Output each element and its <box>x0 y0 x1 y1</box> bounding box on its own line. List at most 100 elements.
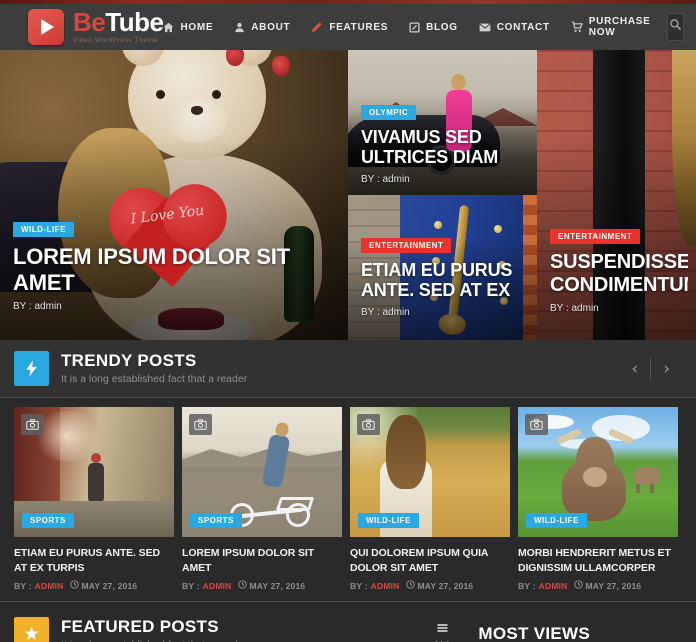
home-icon <box>163 22 174 33</box>
author-link[interactable]: ADMIN <box>203 581 232 591</box>
nav-label: ABOUT <box>251 21 291 33</box>
clock-icon <box>237 580 247 591</box>
art <box>672 50 696 246</box>
edit-icon <box>409 21 420 33</box>
card-image-motorcycle-street[interactable]: SPORTS <box>14 407 174 537</box>
most-views-title: MOST VIEWS <box>478 624 590 642</box>
filter-all-button[interactable]: ALL <box>433 619 452 642</box>
post-byline: BY : admin <box>361 174 410 185</box>
category-badge[interactable]: ENTERTAINMENT <box>550 229 641 244</box>
clock-icon <box>405 580 415 591</box>
nav-contact[interactable]: CONTACT <box>479 22 550 33</box>
cart-icon <box>571 21 583 33</box>
author-link[interactable]: ADMIN <box>35 581 64 591</box>
search-icon <box>669 18 682 36</box>
card-image-cow-meadow[interactable]: WILD-LIFE <box>518 407 678 537</box>
logo[interactable]: BeTube Video WordPress Theme <box>28 7 164 45</box>
nav-label: FEATURES <box>329 21 389 33</box>
hero-post-3[interactable]: ENTERTAINMENT ETIAM EU PURUS ANTE. SED A… <box>348 195 537 340</box>
section-title: TRENDY POSTS <box>61 351 197 371</box>
category-badge[interactable]: SPORTS <box>190 513 242 528</box>
author-link[interactable]: ADMIN <box>371 581 400 591</box>
nav-features[interactable]: FEATURES <box>311 21 388 33</box>
nav-blog[interactable]: BLOG <box>409 22 458 33</box>
user-icon <box>234 22 245 33</box>
category-badge[interactable]: WILD-LIFE <box>358 513 419 528</box>
art <box>128 312 256 340</box>
play-icon <box>28 9 64 45</box>
art <box>226 50 244 66</box>
post-byline: BY : admin <box>13 301 62 312</box>
featured-posts-bar: ★ FEATURED POSTS It is a long establishe… <box>0 602 696 642</box>
card-date: MAY 27, 2016 <box>417 580 474 591</box>
art <box>156 90 165 99</box>
logo-brand-white: Tube <box>105 7 164 38</box>
section-subtitle: It is a long established fact that a rea… <box>61 372 248 385</box>
post-byline: BY : admin <box>550 303 599 314</box>
pencil-icon <box>311 21 323 33</box>
post-title[interactable]: LOREM IPSUM DOLOR SIT AMET <box>13 244 340 295</box>
star-icon: ★ <box>14 616 49 642</box>
camera-icon <box>189 414 212 435</box>
hero-post-2[interactable]: OLYMPIC VIVAMUS SED ULTRICES DIAM BY : a… <box>348 50 537 195</box>
nav-home[interactable]: HOME <box>163 22 213 33</box>
list-icon <box>437 619 448 637</box>
logo-tagline: Video WordPress Theme <box>73 37 158 45</box>
card-title[interactable]: MORBI HENDRERIT METUS ET DIGNISSIM ULLAM… <box>518 546 678 576</box>
section-title: FEATURED POSTS <box>61 617 219 637</box>
nav-label: PURCHASE NOW <box>588 16 651 38</box>
card-meta: BY : ADMIN MAY 27, 2016 <box>518 580 642 591</box>
category-badge[interactable]: ENTERTAINMENT <box>361 237 452 253</box>
category-badge[interactable]: OLYMPIC <box>361 104 417 120</box>
post-title[interactable]: SUSPENDISSE FECONDIMENTUM <box>550 251 688 297</box>
nav-label: CONTACT <box>496 21 550 33</box>
bolt-icon <box>14 351 49 386</box>
card-meta: BY : ADMIN MAY 27, 2016 <box>14 580 138 591</box>
category-badge[interactable]: WILD-LIFE <box>13 222 74 238</box>
card-title[interactable]: LOREM IPSUM DOLOR SIT AMET <box>182 546 342 576</box>
camera-icon <box>357 414 380 435</box>
nav-about[interactable]: ABOUT <box>234 22 290 33</box>
clock-icon <box>69 580 79 591</box>
camera-icon <box>21 414 44 435</box>
post-title[interactable]: VIVAMUS SED ULTRICES DIAM <box>361 127 529 168</box>
envelope-icon <box>479 22 491 33</box>
card-title[interactable]: ETIAM EU PURUS ANTE. SED AT EX TURPIS <box>14 546 174 576</box>
next-arrow[interactable]: › <box>651 357 682 381</box>
card-title[interactable]: QUI DOLOREM IPSUM QUIA DOLOR SIT AMET <box>350 546 510 576</box>
prev-arrow[interactable]: ‹ <box>619 357 650 381</box>
category-badge[interactable]: WILD-LIFE <box>526 513 587 528</box>
card-date: MAY 27, 2016 <box>249 580 306 591</box>
post-card-3[interactable]: WILD-LIFE QUI DOLOREM IPSUM QUIA DOLOR S… <box>350 407 510 591</box>
carousel-nav: ‹ › <box>619 357 682 381</box>
camera-icon <box>525 414 548 435</box>
nav-purchase[interactable]: PURCHASE NOW <box>571 16 651 38</box>
search-button[interactable] <box>666 13 684 41</box>
card-date: MAY 27, 2016 <box>585 580 642 591</box>
card-image-wheat-field[interactable]: WILD-LIFE <box>350 407 510 537</box>
art <box>166 98 228 142</box>
header: BeTube Video WordPress Theme HOME ABOUT … <box>0 4 696 50</box>
card-meta: BY : ADMIN MAY 27, 2016 <box>182 580 306 591</box>
post-byline: BY : admin <box>361 307 410 318</box>
post-card-1[interactable]: SPORTS ETIAM EU PURUS ANTE. SED AT EX TU… <box>14 407 174 591</box>
category-badge[interactable]: SPORTS <box>22 513 74 528</box>
page: BeTube Video WordPress Theme HOME ABOUT … <box>0 0 696 642</box>
art <box>212 90 221 99</box>
hero-grid: I Love You WILD-LIFE LOREM IPSUM DOLOR S… <box>0 50 696 340</box>
hero-post-4[interactable]: ENTERTAINMENT SUSPENDISSE FECONDIMENTUM … <box>537 50 696 340</box>
card-image-cargo-bike[interactable]: SPORTS <box>182 407 342 537</box>
post-card-2[interactable]: SPORTS LOREM IPSUM DOLOR SIT AMET BY : A… <box>182 407 342 591</box>
art <box>272 56 290 76</box>
post-card-4[interactable]: WILD-LIFE MORBI HENDRERIT METUS ET DIGNI… <box>518 407 678 591</box>
author-link[interactable]: ADMIN <box>539 581 568 591</box>
nav-label: BLOG <box>426 21 458 33</box>
post-title[interactable]: ETIAM EU PURUS ANTE. SED AT EX <box>361 260 529 301</box>
main-nav: HOME ABOUT FEATURES BLOG CONTACT PURCHAS… <box>163 16 650 38</box>
trendy-cards: SPORTS ETIAM EU PURUS ANTE. SED AT EX TU… <box>0 398 696 602</box>
logo-brand-red: Be <box>73 7 106 38</box>
hero-middle-column: OLYMPIC VIVAMUS SED ULTRICES DIAM BY : a… <box>348 50 537 340</box>
card-date: MAY 27, 2016 <box>81 580 138 591</box>
hero-post-1[interactable]: I Love You WILD-LIFE LOREM IPSUM DOLOR S… <box>0 50 348 340</box>
clock-icon <box>573 580 583 591</box>
